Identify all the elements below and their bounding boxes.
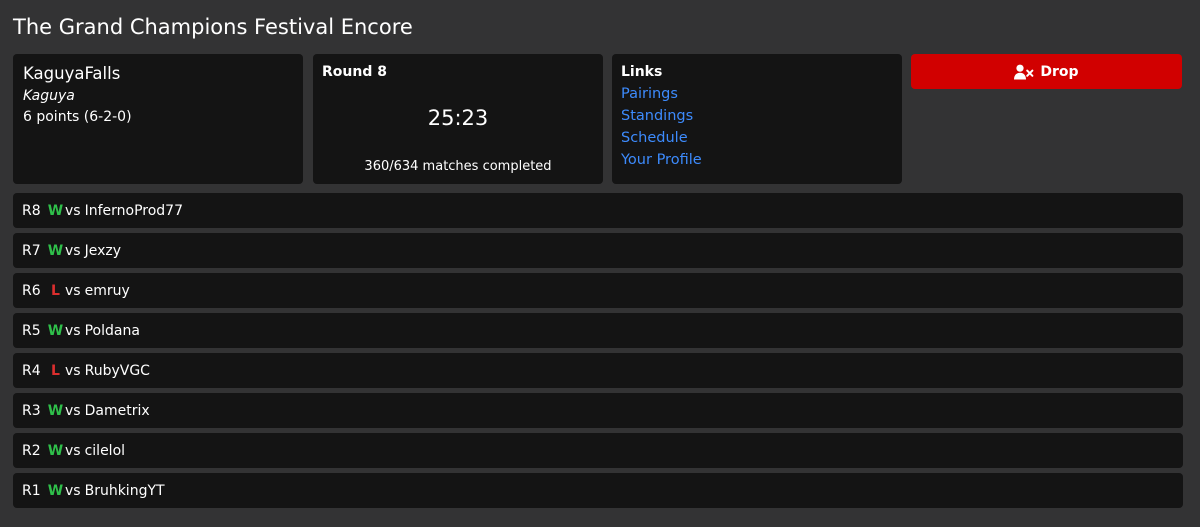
opponent-name: Dametrix — [84, 402, 150, 419]
opponent-name: Poldana — [84, 322, 140, 339]
round-number: R4 — [22, 362, 41, 379]
vs-label: vs — [65, 362, 81, 379]
vs-label: vs — [65, 242, 81, 259]
links-card: Links Pairings Standings Schedule Your P… — [612, 54, 902, 184]
tournament-page: The Grand Champions Festival Encore Kagu… — [0, 0, 1200, 527]
round-row-r3[interactable]: R3 W vs Dametrix — [13, 393, 1183, 428]
round-row-r4[interactable]: R4 L vs RubyVGC — [13, 353, 1183, 388]
round-result: W — [47, 202, 64, 219]
round-timer: 25:23 — [427, 106, 489, 130]
vs-label: vs — [65, 282, 81, 299]
opponent-name: emruy — [84, 282, 130, 299]
round-result: W — [47, 322, 64, 339]
links-label: Links — [621, 64, 663, 80]
opponent-name: cilelol — [84, 442, 126, 459]
vs-label: vs — [65, 442, 81, 459]
round-number: R1 — [22, 482, 41, 499]
round-row-r8[interactable]: R8 W vs InfernoProd77 — [13, 193, 1183, 228]
matches-completed: 360/634 matches completed — [364, 159, 552, 174]
round-row-r6[interactable]: R6 L vs emruy — [13, 273, 1183, 308]
link-item-profile: Your Profile — [621, 149, 893, 171]
vs-label: vs — [65, 482, 81, 499]
round-result: L — [51, 282, 60, 299]
round-result: W — [47, 482, 64, 499]
round-result: W — [47, 402, 64, 419]
round-row-r7[interactable]: R7 W vs Jexzy — [13, 233, 1183, 268]
round-row-r2[interactable]: R2 W vs cilelol — [13, 433, 1183, 468]
player-points: 6 points (6-2-0) — [23, 109, 132, 125]
round-card: Round 8 25:23 360/634 matches completed — [313, 54, 603, 184]
round-number: R2 — [22, 442, 41, 459]
vs-label: vs — [65, 202, 81, 219]
round-result: W — [47, 442, 64, 459]
link-item-pairings: Pairings — [621, 83, 893, 105]
vs-label: vs — [65, 402, 81, 419]
opponent-name: BruhkingYT — [84, 482, 165, 499]
page-title: The Grand Champions Festival Encore — [13, 15, 413, 39]
round-label: Round 8 — [322, 64, 387, 80]
links-list: Pairings Standings Schedule Your Profile — [621, 83, 893, 171]
drop-button-label: Drop — [1040, 63, 1079, 80]
round-number: R7 — [22, 242, 41, 259]
vs-label: vs — [65, 322, 81, 339]
pairings-link[interactable]: Pairings — [621, 86, 678, 102]
round-number: R3 — [22, 402, 41, 419]
round-number: R5 — [22, 322, 41, 339]
round-number: R8 — [22, 202, 41, 219]
player-card: KaguyaFalls Kaguya 6 points (6-2-0) — [13, 54, 303, 184]
round-history-list: R8 W vs InfernoProd77 R7 W vs Jexzy R6 L… — [13, 193, 1183, 513]
opponent-name: InfernoProd77 — [84, 202, 183, 219]
schedule-link[interactable]: Schedule — [621, 130, 688, 146]
player-alias: Kaguya — [23, 88, 75, 104]
opponent-name: Jexzy — [84, 242, 122, 259]
round-result: W — [47, 242, 64, 259]
round-row-r5[interactable]: R5 W vs Poldana — [13, 313, 1183, 348]
link-item-schedule: Schedule — [621, 127, 893, 149]
drop-button[interactable]: Drop — [911, 54, 1182, 89]
opponent-name: RubyVGC — [84, 362, 150, 379]
link-item-standings: Standings — [621, 105, 893, 127]
round-number: R6 — [22, 282, 41, 299]
your-profile-link[interactable]: Your Profile — [621, 152, 702, 168]
standings-link[interactable]: Standings — [621, 108, 693, 124]
round-row-r1[interactable]: R1 W vs BruhkingYT — [13, 473, 1183, 508]
round-result: L — [51, 362, 60, 379]
user-x-icon — [1014, 64, 1034, 80]
player-name: KaguyaFalls — [23, 64, 121, 83]
